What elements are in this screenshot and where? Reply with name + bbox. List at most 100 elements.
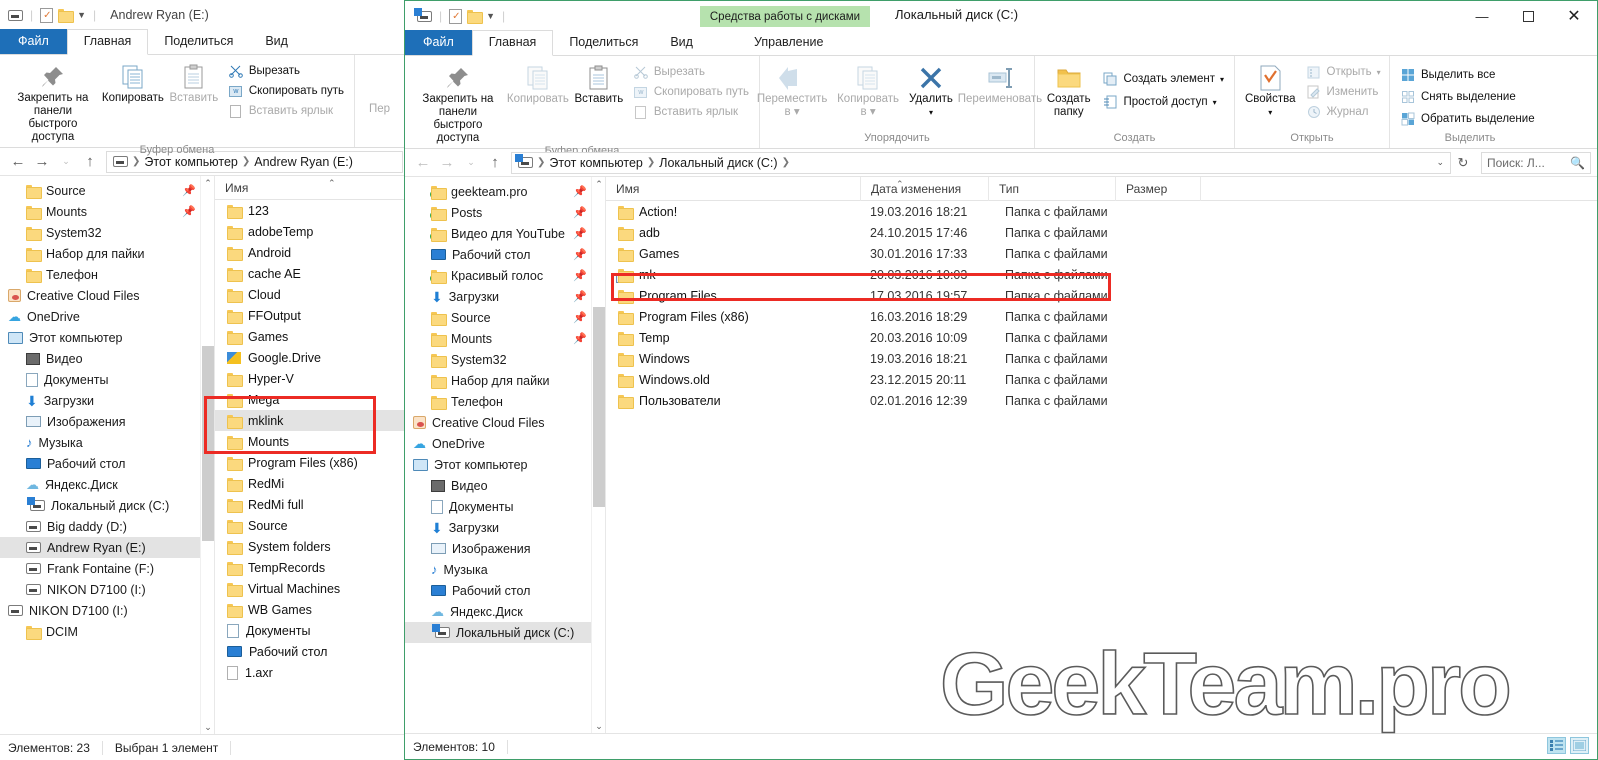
tab-file-2[interactable]: Файл: [405, 30, 472, 55]
list-item[interactable]: WB Games: [215, 599, 409, 620]
list-item[interactable]: Android: [215, 242, 409, 263]
sidebar-item[interactable]: Телефон: [405, 391, 605, 412]
sidebar-item[interactable]: ☁ Яндекс.Диск: [405, 601, 605, 622]
column-size[interactable]: Размер: [1116, 177, 1201, 201]
details-view-icon[interactable]: [1547, 737, 1566, 754]
search-icon[interactable]: 🔍: [1570, 156, 1585, 170]
scrollbar-thumb[interactable]: [202, 346, 214, 541]
maximize-button[interactable]: [1505, 1, 1551, 31]
sidebar-item[interactable]: DCIM: [0, 621, 214, 642]
view-mode-buttons[interactable]: [1547, 737, 1589, 754]
sidebar-item[interactable]: Документы: [0, 369, 214, 390]
open-button[interactable]: Открыть ▾: [1302, 63, 1385, 81]
sidebar-item[interactable]: System32: [405, 349, 605, 370]
paste-button-2[interactable]: Вставить: [571, 60, 627, 106]
sidebar-item[interactable]: ✓ Красивый голос 📌: [405, 265, 605, 286]
list-item[interactable]: Mega: [215, 389, 409, 410]
cut-button-2[interactable]: Вырезать: [629, 63, 753, 81]
new-item-caret[interactable]: ▾: [1220, 75, 1224, 84]
breadcrumb2-item-0[interactable]: Этот компьютер: [549, 156, 642, 170]
sidebar-item[interactable]: Рабочий стол 📌: [405, 244, 605, 265]
table-row[interactable]: Action! 19.03.2016 18:21 Папка с файлами: [606, 201, 1597, 222]
sidebar-item[interactable]: NIKON D7100 (I:): [0, 600, 214, 621]
breadcrumb-2[interactable]: ❯ Этот компьютер ❯ Локальный диск (C:) ❯…: [511, 151, 1451, 174]
sidebar-item[interactable]: Телефон: [0, 264, 214, 285]
sidebar-item[interactable]: Big daddy (D:): [0, 516, 214, 537]
sidebar-item[interactable]: ♪ Музыка: [405, 559, 605, 580]
tab-home-2[interactable]: Главная: [471, 30, 554, 56]
list-item[interactable]: Рабочий стол: [215, 641, 409, 662]
edit-button[interactable]: Изменить: [1302, 83, 1385, 101]
list-item[interactable]: Virtual Machines: [215, 578, 409, 599]
list-item[interactable]: mklink: [215, 410, 409, 431]
search-input[interactable]: Поиск: Л... 🔍: [1481, 151, 1591, 174]
sidebar-item[interactable]: System32: [0, 222, 214, 243]
delete-button[interactable]: Удалить ▾: [905, 60, 957, 119]
sidebar-item[interactable]: Документы: [405, 496, 605, 517]
new-folder-button[interactable]: Создать папку: [1041, 60, 1096, 119]
list-item[interactable]: Mounts: [215, 431, 409, 452]
table-row[interactable]: Windows 19.03.2016 18:21 Папка с файлами: [606, 348, 1597, 369]
list-item[interactable]: System folders: [215, 536, 409, 557]
cut-button[interactable]: Вырезать: [224, 62, 348, 80]
copy-path-button-2[interactable]: w Скопировать путь: [629, 83, 753, 101]
sidebar-item[interactable]: Frank Fontaine (F:): [0, 558, 214, 579]
move-to-partial-button[interactable]: Пер: [361, 75, 398, 116]
sidebar-item[interactable]: ☁ Яндекс.Диск: [0, 474, 214, 495]
sidebar-item[interactable]: NIKON D7100 (I:): [0, 579, 214, 600]
column-type[interactable]: Тип: [989, 177, 1116, 201]
sidebar-item[interactable]: Mounts 📌: [405, 328, 605, 349]
pin-icon[interactable]: 📌: [573, 269, 587, 282]
breadcrumb2-separator-2[interactable]: ❯: [782, 157, 790, 168]
scroll-up-icon-2[interactable]: ⌃: [592, 177, 605, 191]
sidebar-item[interactable]: ⬇ Загрузки: [0, 390, 214, 411]
scroll-up-icon[interactable]: ⌃: [201, 176, 214, 190]
open-caret[interactable]: ▾: [1377, 68, 1381, 77]
table-row[interactable]: Windows.old 23.12.2015 20:11 Папка с файла…: [606, 369, 1597, 390]
delete-caret[interactable]: ▾: [929, 106, 933, 119]
sidebar-item[interactable]: Creative Cloud Files: [0, 285, 214, 306]
new-folder-icon[interactable]: [58, 9, 75, 23]
sidebar-item[interactable]: Этот компьютер: [0, 327, 214, 348]
sidebar-item[interactable]: Видео: [405, 475, 605, 496]
sidebar-item[interactable]: Source 📌: [0, 180, 214, 201]
pin-to-quick-access-button-2[interactable]: Закрепить на панели быстрого доступа: [411, 60, 505, 145]
scroll-down-icon[interactable]: ⌄: [201, 720, 214, 734]
sidebar-item[interactable]: ✓ Видео для YouTube 📌: [405, 223, 605, 244]
sidebar-item[interactable]: Source 📌: [405, 307, 605, 328]
window2-titlebar[interactable]: | ✓ ▼ | Средства работы с дисками Локаль…: [405, 1, 1597, 31]
sidebar-item[interactable]: Набор для пайки: [405, 370, 605, 391]
quick-access-toolbar-2[interactable]: | ✓ ▼ |: [413, 7, 507, 24]
properties-icon[interactable]: ✓: [40, 7, 54, 23]
refresh-button[interactable]: ↻: [1451, 152, 1475, 174]
sidebar-item[interactable]: ⬇ Загрузки: [405, 517, 605, 538]
pin-icon[interactable]: 📌: [573, 290, 587, 303]
properties-caret[interactable]: ▾: [1268, 106, 1272, 119]
easy-access-button[interactable]: Простой доступ ▾: [1098, 93, 1228, 111]
pin-icon[interactable]: 📌: [182, 205, 196, 218]
list-item[interactable]: Документы: [215, 620, 409, 641]
sidebar-item[interactable]: ☁ OneDrive: [405, 433, 605, 454]
large-icons-view-icon[interactable]: [1570, 737, 1589, 754]
sidebar-item[interactable]: Рабочий стол: [0, 453, 214, 474]
breadcrumb-dropdown-icon[interactable]: ⌄: [1436, 157, 1444, 168]
list-item[interactable]: cache AE: [215, 263, 409, 284]
rename-button[interactable]: Переименовать: [958, 60, 1042, 106]
window1-tabstrip[interactable]: Файл Главная Поделиться Вид: [0, 29, 409, 55]
table-row[interactable]: Program Files 17.03.2016 19:57 Папка с фай…: [606, 285, 1597, 306]
sidebar-item[interactable]: ☁ OneDrive: [0, 306, 214, 327]
sidebar-item[interactable]: Creative Cloud Files: [405, 412, 605, 433]
copy-button[interactable]: Копировать: [102, 59, 164, 105]
table-row[interactable]: Games 30.01.2016 17:33 Папка с файлами: [606, 243, 1597, 264]
pin-icon[interactable]: 📌: [573, 185, 587, 198]
tab-share[interactable]: Поделиться: [148, 30, 249, 54]
table-row[interactable]: Temp 20.03.2016 10:09 Папка с файлами: [606, 327, 1597, 348]
column-name[interactable]: Имя: [215, 176, 409, 200]
column-name-2[interactable]: Имя: [606, 177, 861, 201]
list-item[interactable]: TempRecords: [215, 557, 409, 578]
window1-nav-scrollbar[interactable]: ⌃ ⌄: [200, 176, 214, 734]
column-date-modified[interactable]: Дата изменения: [861, 177, 989, 201]
select-none-button[interactable]: Снять выделение: [1396, 88, 1539, 106]
tab-view-2[interactable]: Вид: [654, 31, 709, 55]
sidebar-item[interactable]: ⬇ Загрузки 📌: [405, 286, 605, 307]
